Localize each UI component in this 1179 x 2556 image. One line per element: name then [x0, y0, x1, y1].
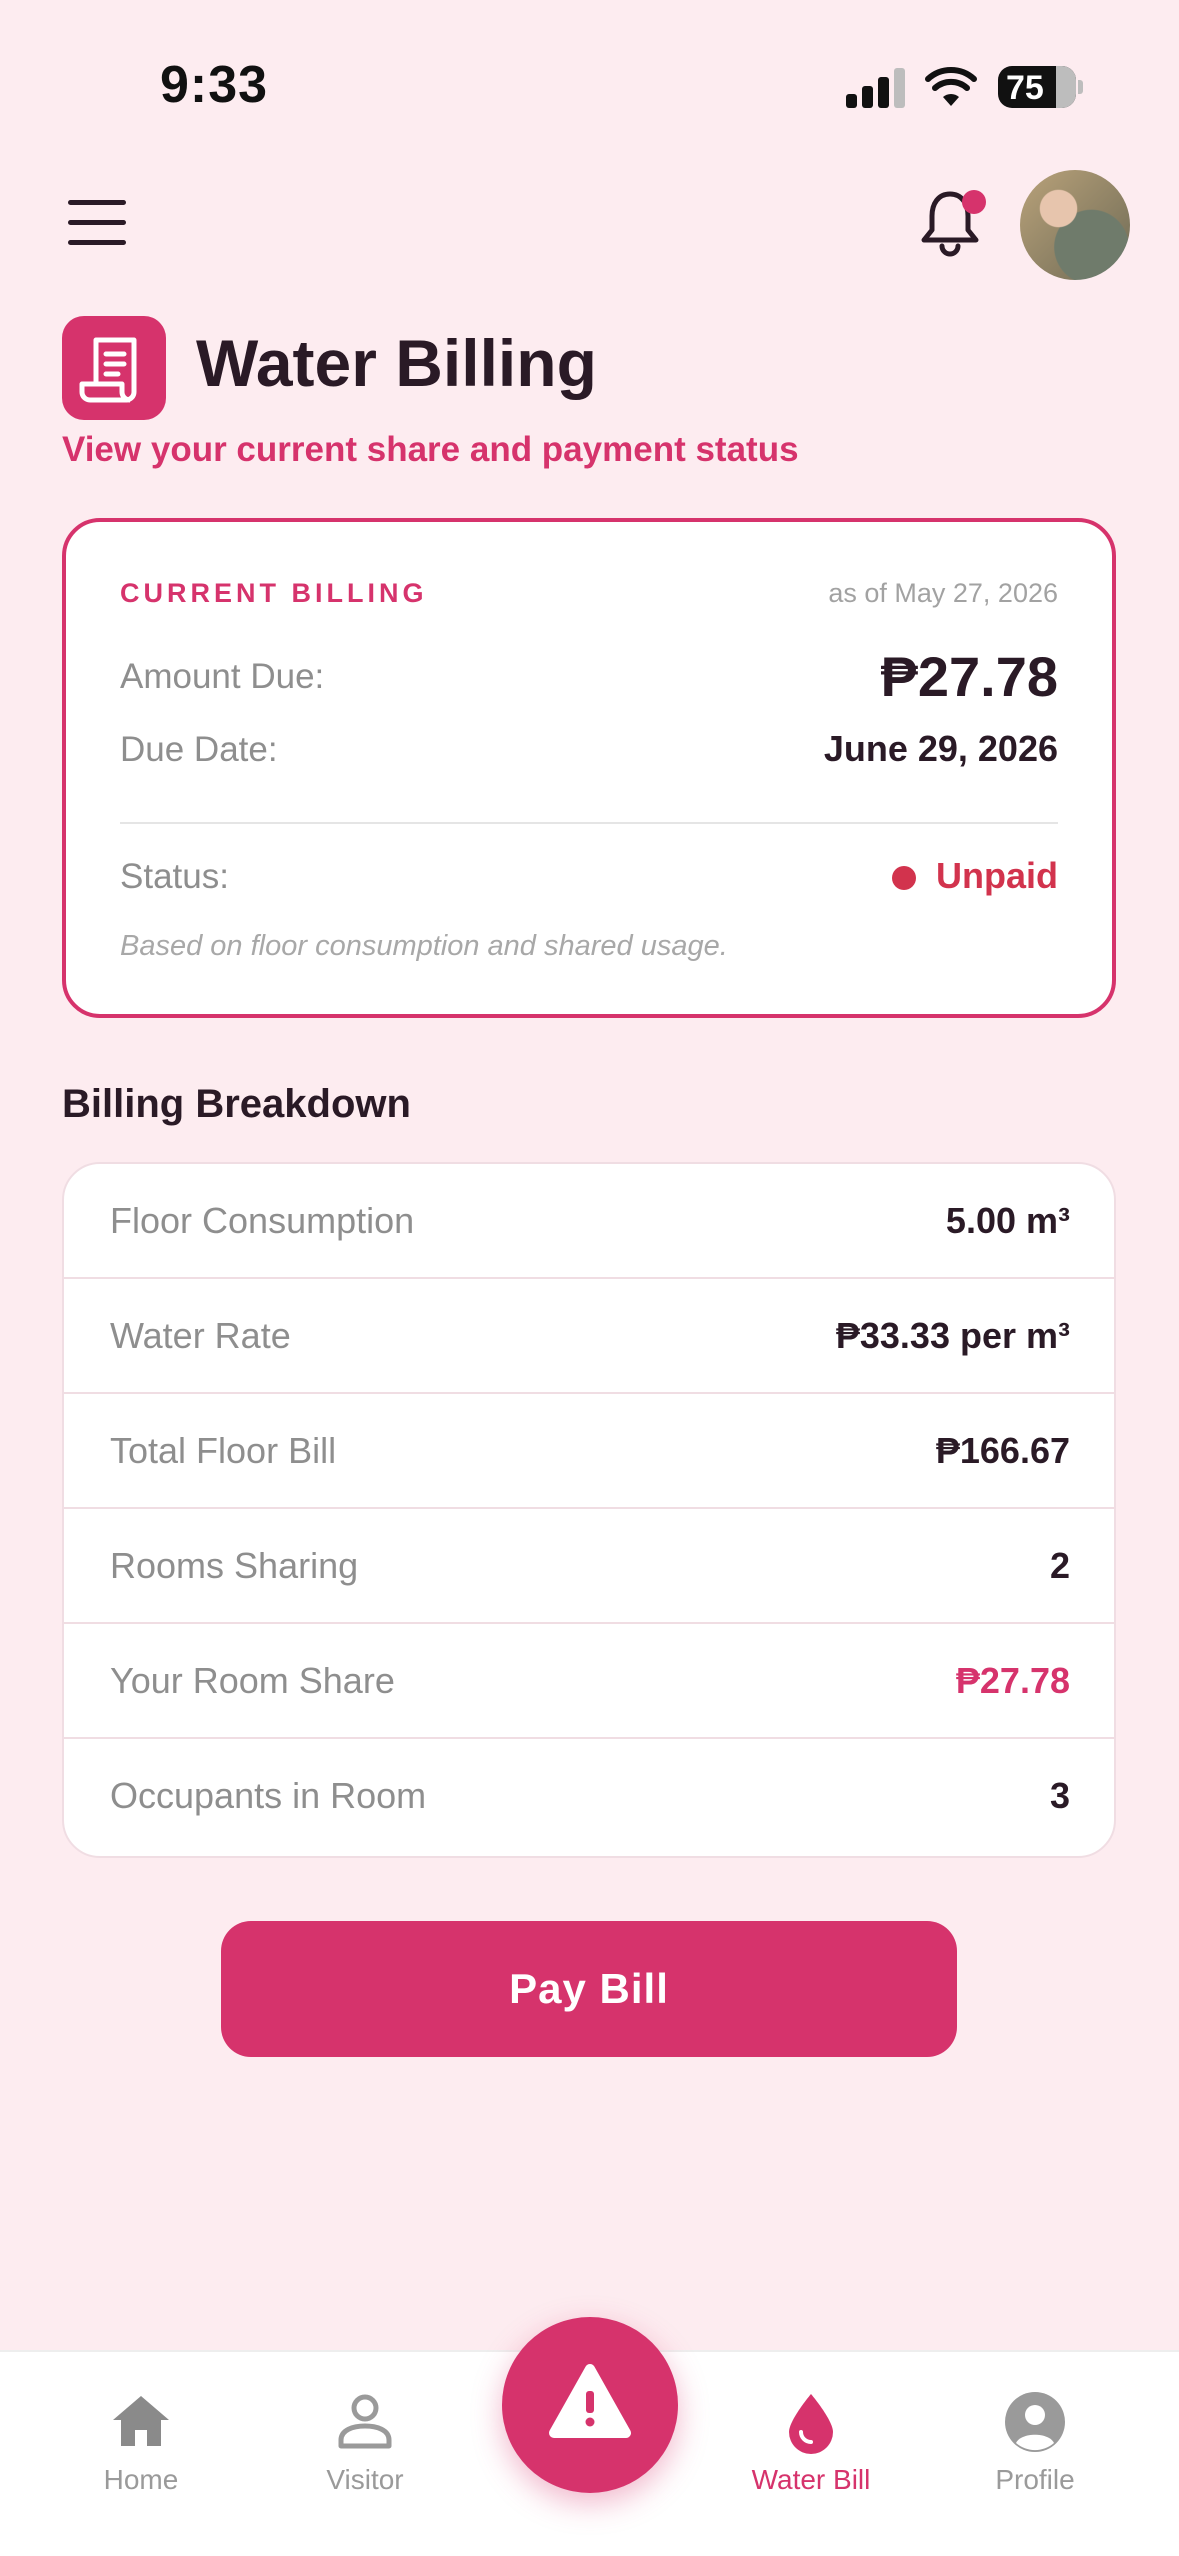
table-row: Rooms Sharing 2	[64, 1509, 1114, 1624]
nav-item-home[interactable]: Home	[41, 2390, 241, 2510]
row-value: ₱166.67	[935, 1430, 1070, 1471]
amount-due-label: Amount Due:	[120, 657, 325, 696]
water-drop-icon	[789, 2394, 833, 2454]
page-title: Water Billing	[196, 326, 597, 400]
nav-item-water-bill[interactable]: Water Bill	[711, 2390, 911, 2510]
table-row: Your Room Share ₱27.78	[64, 1624, 1114, 1739]
nav-label-visitor: Visitor	[326, 2464, 404, 2495]
table-row: Occupants in Room 3	[64, 1739, 1114, 1854]
row-label: Floor Consumption	[110, 1200, 415, 1241]
pay-bill-button[interactable]: Pay Bill	[221, 1921, 957, 2057]
receipt-icon	[62, 316, 166, 420]
current-billing-card: CURRENT BILLING as of May 27, 2026 Amoun…	[62, 518, 1116, 1018]
breakdown-table: Floor Consumption 5.00 m³ Water Rate ₱33…	[62, 1162, 1116, 1858]
row-label: Occupants in Room	[110, 1775, 427, 1816]
nav-item-profile[interactable]: Profile	[935, 2390, 1135, 2510]
nav-item-visitor[interactable]: Visitor	[265, 2390, 465, 2510]
profile-icon	[1005, 2392, 1065, 2452]
row-label: Your Room Share	[110, 1660, 395, 1701]
row-value: 2	[1049, 1545, 1070, 1586]
avatar[interactable]	[1020, 170, 1130, 280]
signal-icon	[846, 68, 906, 108]
status-bar: 9:33 75	[0, 0, 1179, 170]
due-date-label: Due Date:	[120, 730, 278, 769]
status-badge: Unpaid	[936, 855, 1058, 896]
alert-triangle-icon	[549, 2364, 631, 2438]
billing-note: Based on floor consumption and shared us…	[120, 930, 728, 962]
battery-cap	[1078, 80, 1083, 94]
status-label: Status:	[120, 857, 229, 896]
row-value: ₱27.78	[955, 1660, 1070, 1701]
row-label: Water Rate	[110, 1315, 291, 1356]
page-subtitle: View your current share and payment stat…	[62, 430, 799, 469]
nav-label-water-bill: Water Bill	[751, 2464, 871, 2495]
table-row: Total Floor Bill ₱166.67	[64, 1394, 1114, 1509]
menu-icon[interactable]	[68, 200, 126, 246]
due-date-value: June 29, 2026	[823, 728, 1058, 769]
row-value: 5.00 m³	[945, 1200, 1070, 1241]
amount-due-value: ₱27.78	[880, 645, 1059, 708]
nav-label-home: Home	[103, 2464, 179, 2495]
row-value: ₱33.33 per m³	[835, 1315, 1070, 1356]
row-label: Rooms Sharing	[110, 1545, 359, 1586]
alert-fab-button[interactable]	[502, 2317, 678, 2493]
table-row: Floor Consumption 5.00 m³	[64, 1164, 1114, 1279]
row-label: Total Floor Bill	[110, 1430, 337, 1471]
table-row: Water Rate ₱33.33 per m³	[64, 1279, 1114, 1394]
row-value: 3	[1049, 1775, 1070, 1816]
as-of-date: as of May 27, 2026	[828, 578, 1058, 608]
visitor-icon	[338, 2394, 392, 2449]
card-divider	[120, 822, 1058, 824]
home-icon	[113, 2396, 169, 2446]
breakdown-title: Billing Breakdown	[62, 1082, 411, 1126]
status-time: 9:33	[160, 56, 269, 114]
battery-percent: 75	[1006, 69, 1044, 107]
battery-icon: 75	[998, 66, 1076, 108]
wifi-icon	[925, 67, 977, 106]
status-dot-icon	[892, 866, 916, 890]
nav-label-profile: Profile	[995, 2464, 1075, 2495]
card-label: CURRENT BILLING	[120, 578, 428, 608]
notification-badge	[962, 190, 986, 214]
